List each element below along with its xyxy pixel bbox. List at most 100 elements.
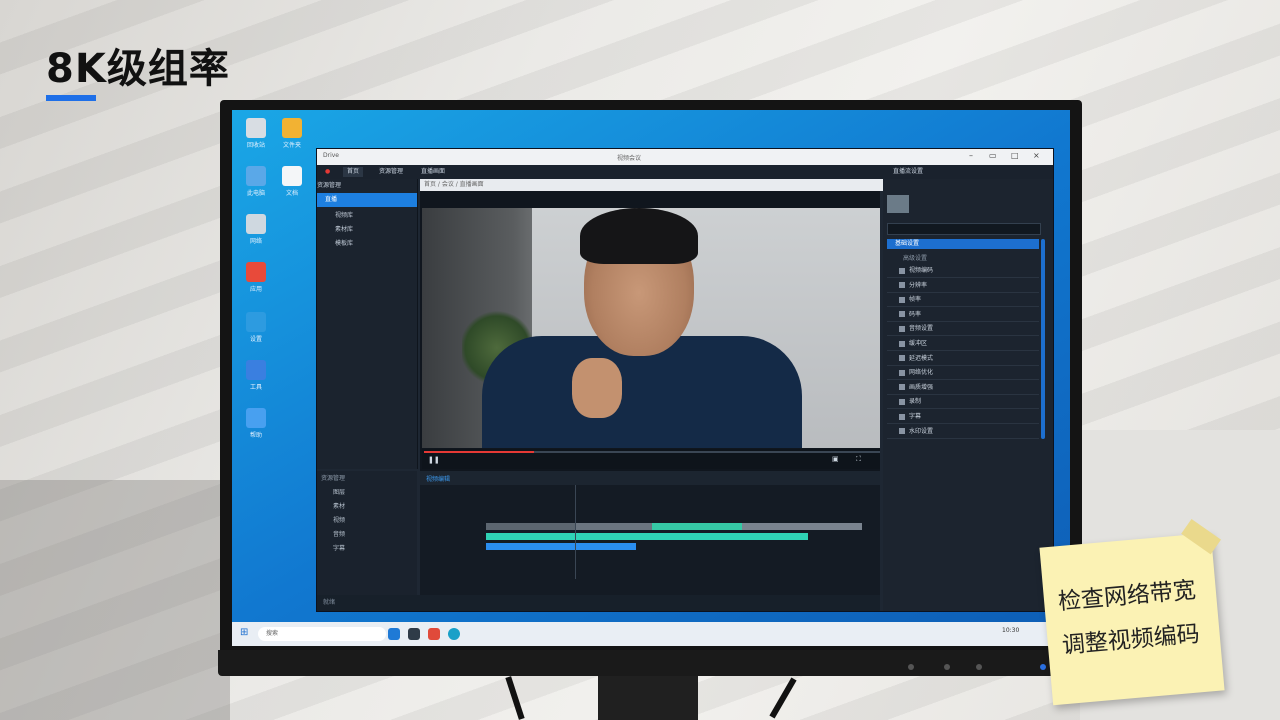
settings-row[interactable]: 延迟模式 (887, 353, 1039, 366)
title-underline (46, 95, 96, 101)
pause-icon[interactable]: ❚❚ (428, 456, 440, 464)
preview-area: 首页 / 会议 / 直播画面 ❚❚ ▣ ⛶ (420, 179, 884, 471)
settings-row[interactable]: 字幕 (887, 411, 1039, 424)
layer-item[interactable]: 字幕 (333, 543, 345, 552)
setting-icon (899, 369, 905, 376)
track-clip[interactable] (742, 523, 862, 530)
left-panel: 资源管理 直播 视频库 素材库 模板库 (317, 179, 418, 469)
nav-item-live[interactable]: 直播 (317, 193, 417, 207)
layer-item[interactable]: 素材 (333, 501, 345, 510)
desktop-icon[interactable]: 文件夹 (268, 118, 316, 149)
monitor-button[interactable] (976, 664, 982, 670)
tab-advanced[interactable]: 高级设置 (903, 253, 927, 262)
timeline-label: 视频编辑 (426, 476, 451, 483)
layer-item[interactable]: 视频 (333, 515, 345, 524)
section-title: 直播画面 (421, 168, 446, 175)
restore-icon[interactable]: ▭ (989, 151, 997, 160)
playhead[interactable] (575, 485, 576, 579)
desktop-icon[interactable]: 文档 (268, 166, 316, 197)
desktop-icon[interactable]: 帮助 (232, 408, 280, 439)
sticky-note: 检查网络带宽 调整视频编码 (1039, 518, 1225, 706)
settings-row-label: 音频设置 (909, 325, 934, 333)
layer-item[interactable]: 音频 (333, 529, 345, 538)
settings-row[interactable]: 缓冲区 (887, 338, 1039, 351)
tab-resources[interactable]: 资源管理 (375, 167, 407, 177)
clock[interactable]: 10:30 (1002, 627, 1019, 634)
settings-row-label: 帧率 (909, 296, 922, 304)
minimize-icon[interactable]: – (969, 151, 973, 160)
scrollbar[interactable] (1041, 239, 1045, 439)
settings-row[interactable]: 视频编码 (887, 265, 1039, 278)
desktop-icon[interactable]: 设置 (232, 312, 280, 343)
tab-home[interactable]: 首页 (343, 167, 364, 177)
right-panel: 基础设置 高级设置 视频编码分辨率帧率码率音频设置缓冲区延迟模式网络优化画质增强… (883, 179, 1053, 611)
setting-icon (899, 267, 905, 274)
settings-row[interactable]: 码率 (887, 309, 1039, 322)
nav-item-video-library[interactable]: 视频库 (317, 209, 417, 223)
taskbar-search[interactable]: 搜索 (258, 627, 386, 641)
desktop-icon[interactable]: 工具 (232, 360, 280, 391)
layer-item[interactable]: 图层 (333, 487, 345, 496)
setting-icon (899, 296, 905, 303)
track-clip[interactable] (486, 523, 576, 530)
note-line-1: 检查网络带宽 (1057, 577, 1197, 616)
pip-icon[interactable]: ▣ (832, 455, 839, 463)
track-clip[interactable] (652, 523, 742, 530)
settings-row-label: 延迟模式 (909, 354, 934, 362)
close-icon[interactable]: × (1033, 151, 1040, 160)
taskbar-app-icon[interactable] (428, 628, 440, 640)
settings-row[interactable]: 帧率 (887, 294, 1039, 308)
setting-icon (899, 325, 905, 332)
setting-icon (899, 428, 905, 435)
taskbar-app-icon[interactable] (388, 628, 400, 640)
desktop-icon[interactable]: 应用 (232, 262, 280, 293)
settings-row[interactable]: 画质增强 (887, 382, 1039, 395)
setting-icon (899, 311, 905, 318)
settings-row[interactable]: 网络优化 (887, 367, 1039, 381)
computer-icon (246, 166, 266, 186)
settings-row-label: 码率 (909, 310, 922, 318)
nav-item-templates[interactable]: 模板库 (317, 237, 417, 251)
left-panel-header: 资源管理 (317, 182, 342, 189)
desktop-icon[interactable]: 网络 (232, 214, 280, 245)
settings-row[interactable]: 水印设置 (887, 426, 1039, 439)
window-titlebar: Drive 视频会议 – ▭ □ × (317, 149, 1053, 165)
monitor-button[interactable] (944, 664, 950, 670)
page-title: 8K级组率 (46, 46, 230, 92)
track-clip[interactable] (486, 543, 636, 550)
folder-icon (282, 118, 302, 138)
video-progress[interactable] (424, 451, 880, 453)
nav-item-assets[interactable]: 素材库 (317, 223, 417, 237)
setting-icon (899, 398, 905, 405)
status-bar: 就绪 (317, 595, 880, 611)
timeline-toolbar: 视频编辑 (420, 471, 880, 485)
video-preview[interactable] (422, 208, 880, 448)
thumbnail (887, 195, 909, 213)
record-icon[interactable]: ● (321, 167, 334, 177)
setting-icon (899, 340, 905, 347)
app-window: Drive 视频会议 – ▭ □ × ● 首页 资源管理 直播画面 直播流设置 … (316, 148, 1054, 612)
settings-row[interactable]: 音频设置 (887, 323, 1039, 337)
settings-row[interactable]: 录制 (887, 396, 1039, 410)
maximize-icon[interactable]: □ (1011, 151, 1019, 160)
settings-header[interactable]: 基础设置 (887, 239, 1039, 249)
monitor-button[interactable] (908, 664, 914, 670)
video-person-hair (580, 208, 698, 264)
settings-row-label: 字幕 (909, 413, 922, 420)
network-icon (246, 214, 266, 234)
app-name: Drive (323, 152, 339, 159)
track-clip[interactable] (486, 533, 808, 540)
setting-icon (899, 413, 905, 420)
settings-icon (246, 312, 266, 332)
settings-row[interactable]: 分辨率 (887, 280, 1039, 293)
taskbar-app-icon[interactable] (408, 628, 420, 640)
taskbar-app-icon[interactable] (448, 628, 460, 640)
start-icon[interactable]: ⊞ (240, 627, 248, 638)
stream-select[interactable] (887, 223, 1041, 235)
settings-row-label: 画质增强 (909, 383, 934, 391)
tool-icon (246, 360, 266, 380)
note-line-2: 调整视频编码 (1060, 621, 1201, 660)
power-led (1040, 664, 1046, 670)
fullscreen-icon[interactable]: ⛶ (856, 455, 861, 464)
track-clip[interactable] (576, 523, 652, 530)
